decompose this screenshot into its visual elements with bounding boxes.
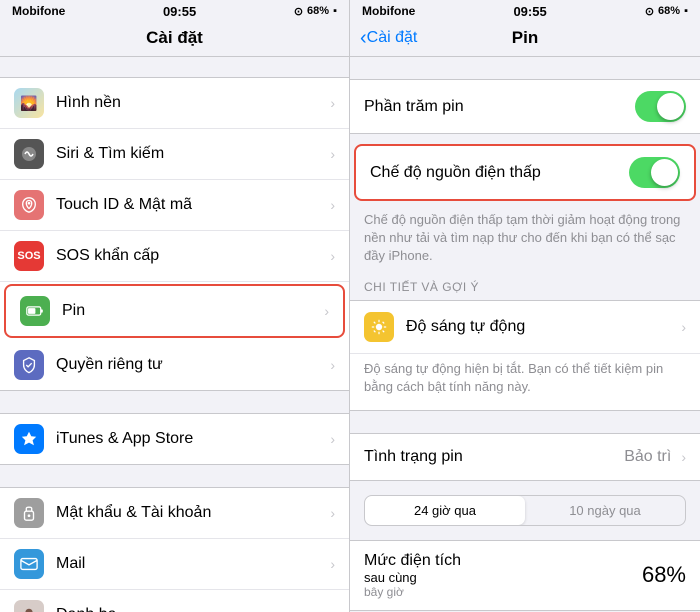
left-nav-bar: Cài đặt — [0, 22, 349, 57]
phan-tram-item: Phần trăm pin — [350, 80, 700, 133]
settings-item-privacy[interactable]: Quyền riêng tư › — [0, 340, 349, 390]
battery-menu-icon — [20, 296, 50, 326]
right-carrier: Mobifone — [362, 4, 415, 18]
left-time: 09:55 — [163, 4, 196, 19]
settings-item-mail[interactable]: Mail › — [0, 539, 349, 590]
time-tabs: 24 giờ qua 10 ngày qua — [364, 495, 686, 526]
siri-chevron: › — [330, 146, 335, 162]
sos-chevron: › — [330, 248, 335, 264]
tinh-trang-label: Tình trạng pin — [364, 448, 624, 466]
password-chevron: › — [330, 505, 335, 521]
battery-menu-chevron: › — [324, 303, 329, 319]
wallpaper-label: Hình nền — [56, 94, 324, 112]
settings-item-touchid[interactable]: Touch ID & Mật mã › — [0, 180, 349, 231]
mail-icon — [14, 549, 44, 579]
appstore-label: iTunes & App Store — [56, 430, 324, 448]
left-status-bar: Mobifone 09:55 ⊙ 68% ▪ — [0, 0, 349, 22]
right-battery: ⊙ 68% ▪ — [645, 5, 688, 18]
do-sang-chevron: › — [681, 319, 686, 335]
tab-24h[interactable]: 24 giờ qua — [365, 496, 525, 525]
right-battery-level: 68% — [658, 5, 680, 17]
right-wifi-icon: ⊙ — [645, 5, 654, 18]
do-sang-item[interactable]: Độ sáng tự động › — [350, 301, 700, 354]
che-do-wrapper: Chế độ nguồn điện thấp Chế độ nguồn điện… — [350, 144, 700, 280]
battery-last-label-group: Mức điện tích sau cùng bây giờ — [364, 552, 461, 599]
left-panel: Mobifone 09:55 ⊙ 68% ▪ Cài đặt 🌄 Hình nề… — [0, 0, 350, 612]
touchid-chevron: › — [330, 197, 335, 213]
back-button[interactable]: ‹ Cài đặt — [360, 27, 417, 50]
do-sang-section: Độ sáng tự động › Độ sáng tự động hiện b… — [350, 300, 700, 411]
privacy-icon — [14, 350, 44, 380]
settings-item-appstore[interactable]: iTunes & App Store › — [0, 414, 349, 464]
right-nav-title: Pin — [512, 28, 538, 48]
settings-item-password[interactable]: Mật khẩu & Tài khoản › — [0, 488, 349, 539]
che-do-border: Chế độ nguồn điện thấp — [354, 144, 696, 201]
right-time: 09:55 — [513, 4, 546, 19]
tinh-trang-value: Bảo trì — [624, 448, 671, 466]
siri-icon — [14, 139, 44, 169]
sos-label: SOS khẩn cấp — [56, 247, 324, 265]
back-label: Cài đặt — [367, 29, 418, 47]
battery-last-sub2: bây giờ — [364, 585, 461, 599]
tinh-trang-item[interactable]: Tình trạng pin Bảo trì › — [350, 434, 700, 480]
appstore-icon — [14, 424, 44, 454]
tinh-trang-chevron: › — [681, 449, 686, 465]
wallpaper-icon: 🌄 — [14, 88, 44, 118]
battery-last-sub: sau cùng — [364, 570, 461, 585]
mail-chevron: › — [330, 556, 335, 572]
contacts-chevron: › — [330, 607, 335, 612]
password-icon — [14, 498, 44, 528]
battery-level: 68% — [307, 5, 329, 17]
back-chevron-icon: ‹ — [360, 27, 367, 50]
right-panel: Mobifone 09:55 ⊙ 68% ▪ ‹ Cài đặt Pin Phầ… — [350, 0, 700, 612]
contacts-label: Danh bạ — [56, 606, 324, 612]
brightness-icon — [364, 312, 394, 342]
settings-section-1: 🌄 Hình nền › Siri & Tìm kiếm › — [0, 77, 349, 391]
phan-tram-toggle[interactable] — [635, 91, 686, 122]
right-content: Phần trăm pin Chế độ nguồn điện thấp Chế… — [350, 57, 700, 612]
che-do-toggle[interactable] — [629, 157, 680, 188]
settings-item-siri[interactable]: Siri & Tìm kiếm › — [0, 129, 349, 180]
left-carrier: Mobifone — [12, 4, 65, 18]
do-sang-desc: Độ sáng tự động hiện bị tắt. Bạn có thể … — [350, 354, 700, 410]
touchid-label: Touch ID & Mật mã — [56, 196, 324, 214]
mail-label: Mail — [56, 555, 324, 573]
battery-last-row: Mức điện tích sau cùng bây giờ 68% — [350, 540, 700, 611]
battery-menu-label: Pin — [62, 302, 318, 320]
appstore-chevron: › — [330, 431, 335, 447]
battery-last-main: Mức điện tích — [364, 552, 461, 570]
che-do-desc: Chế độ nguồn điện thấp tạm thời giảm hoạ… — [350, 205, 700, 280]
phan-tram-label: Phần trăm pin — [364, 98, 635, 116]
che-do-label: Chế độ nguồn điện thấp — [370, 164, 629, 182]
battery-icon: ▪ — [333, 5, 337, 17]
settings-item-battery[interactable]: Pin › — [4, 284, 345, 338]
wallpaper-chevron: › — [330, 95, 335, 111]
wifi-icon: ⊙ — [294, 5, 303, 18]
tinh-trang-section: Tình trạng pin Bảo trì › — [350, 433, 700, 481]
settings-item-wallpaper[interactable]: 🌄 Hình nền › — [0, 78, 349, 129]
right-battery-icon: ▪ — [684, 5, 688, 17]
phan-tram-section: Phần trăm pin — [350, 79, 700, 134]
left-nav-title: Cài đặt — [0, 28, 349, 48]
settings-section-3: Mật khẩu & Tài khoản › Mail › — [0, 487, 349, 612]
tab-10d[interactable]: 10 ngày qua — [525, 496, 685, 525]
touchid-icon — [14, 190, 44, 220]
settings-item-sos[interactable]: SOS SOS khẩn cấp › — [0, 231, 349, 282]
sos-icon: SOS — [14, 241, 44, 271]
detail-section-header: CHI TIẾT VÀ GỢI Ý — [350, 280, 700, 300]
privacy-label: Quyền riêng tư — [56, 356, 324, 374]
left-battery: ⊙ 68% ▪ — [294, 5, 337, 18]
password-label: Mật khẩu & Tài khoản — [56, 504, 324, 522]
left-settings-list: 🌄 Hình nền › Siri & Tìm kiếm › — [0, 57, 349, 612]
battery-last-value: 68% — [642, 562, 686, 588]
che-do-item: Chế độ nguồn điện thấp — [356, 146, 694, 199]
right-status-bar: Mobifone 09:55 ⊙ 68% ▪ — [350, 0, 700, 22]
right-nav-bar: ‹ Cài đặt Pin — [350, 22, 700, 57]
contacts-icon — [14, 600, 44, 612]
siri-label: Siri & Tìm kiếm — [56, 145, 324, 163]
do-sang-label: Độ sáng tự động — [406, 318, 675, 336]
settings-item-contacts[interactable]: Danh bạ › — [0, 590, 349, 612]
settings-section-2: iTunes & App Store › — [0, 413, 349, 465]
privacy-chevron: › — [330, 357, 335, 373]
